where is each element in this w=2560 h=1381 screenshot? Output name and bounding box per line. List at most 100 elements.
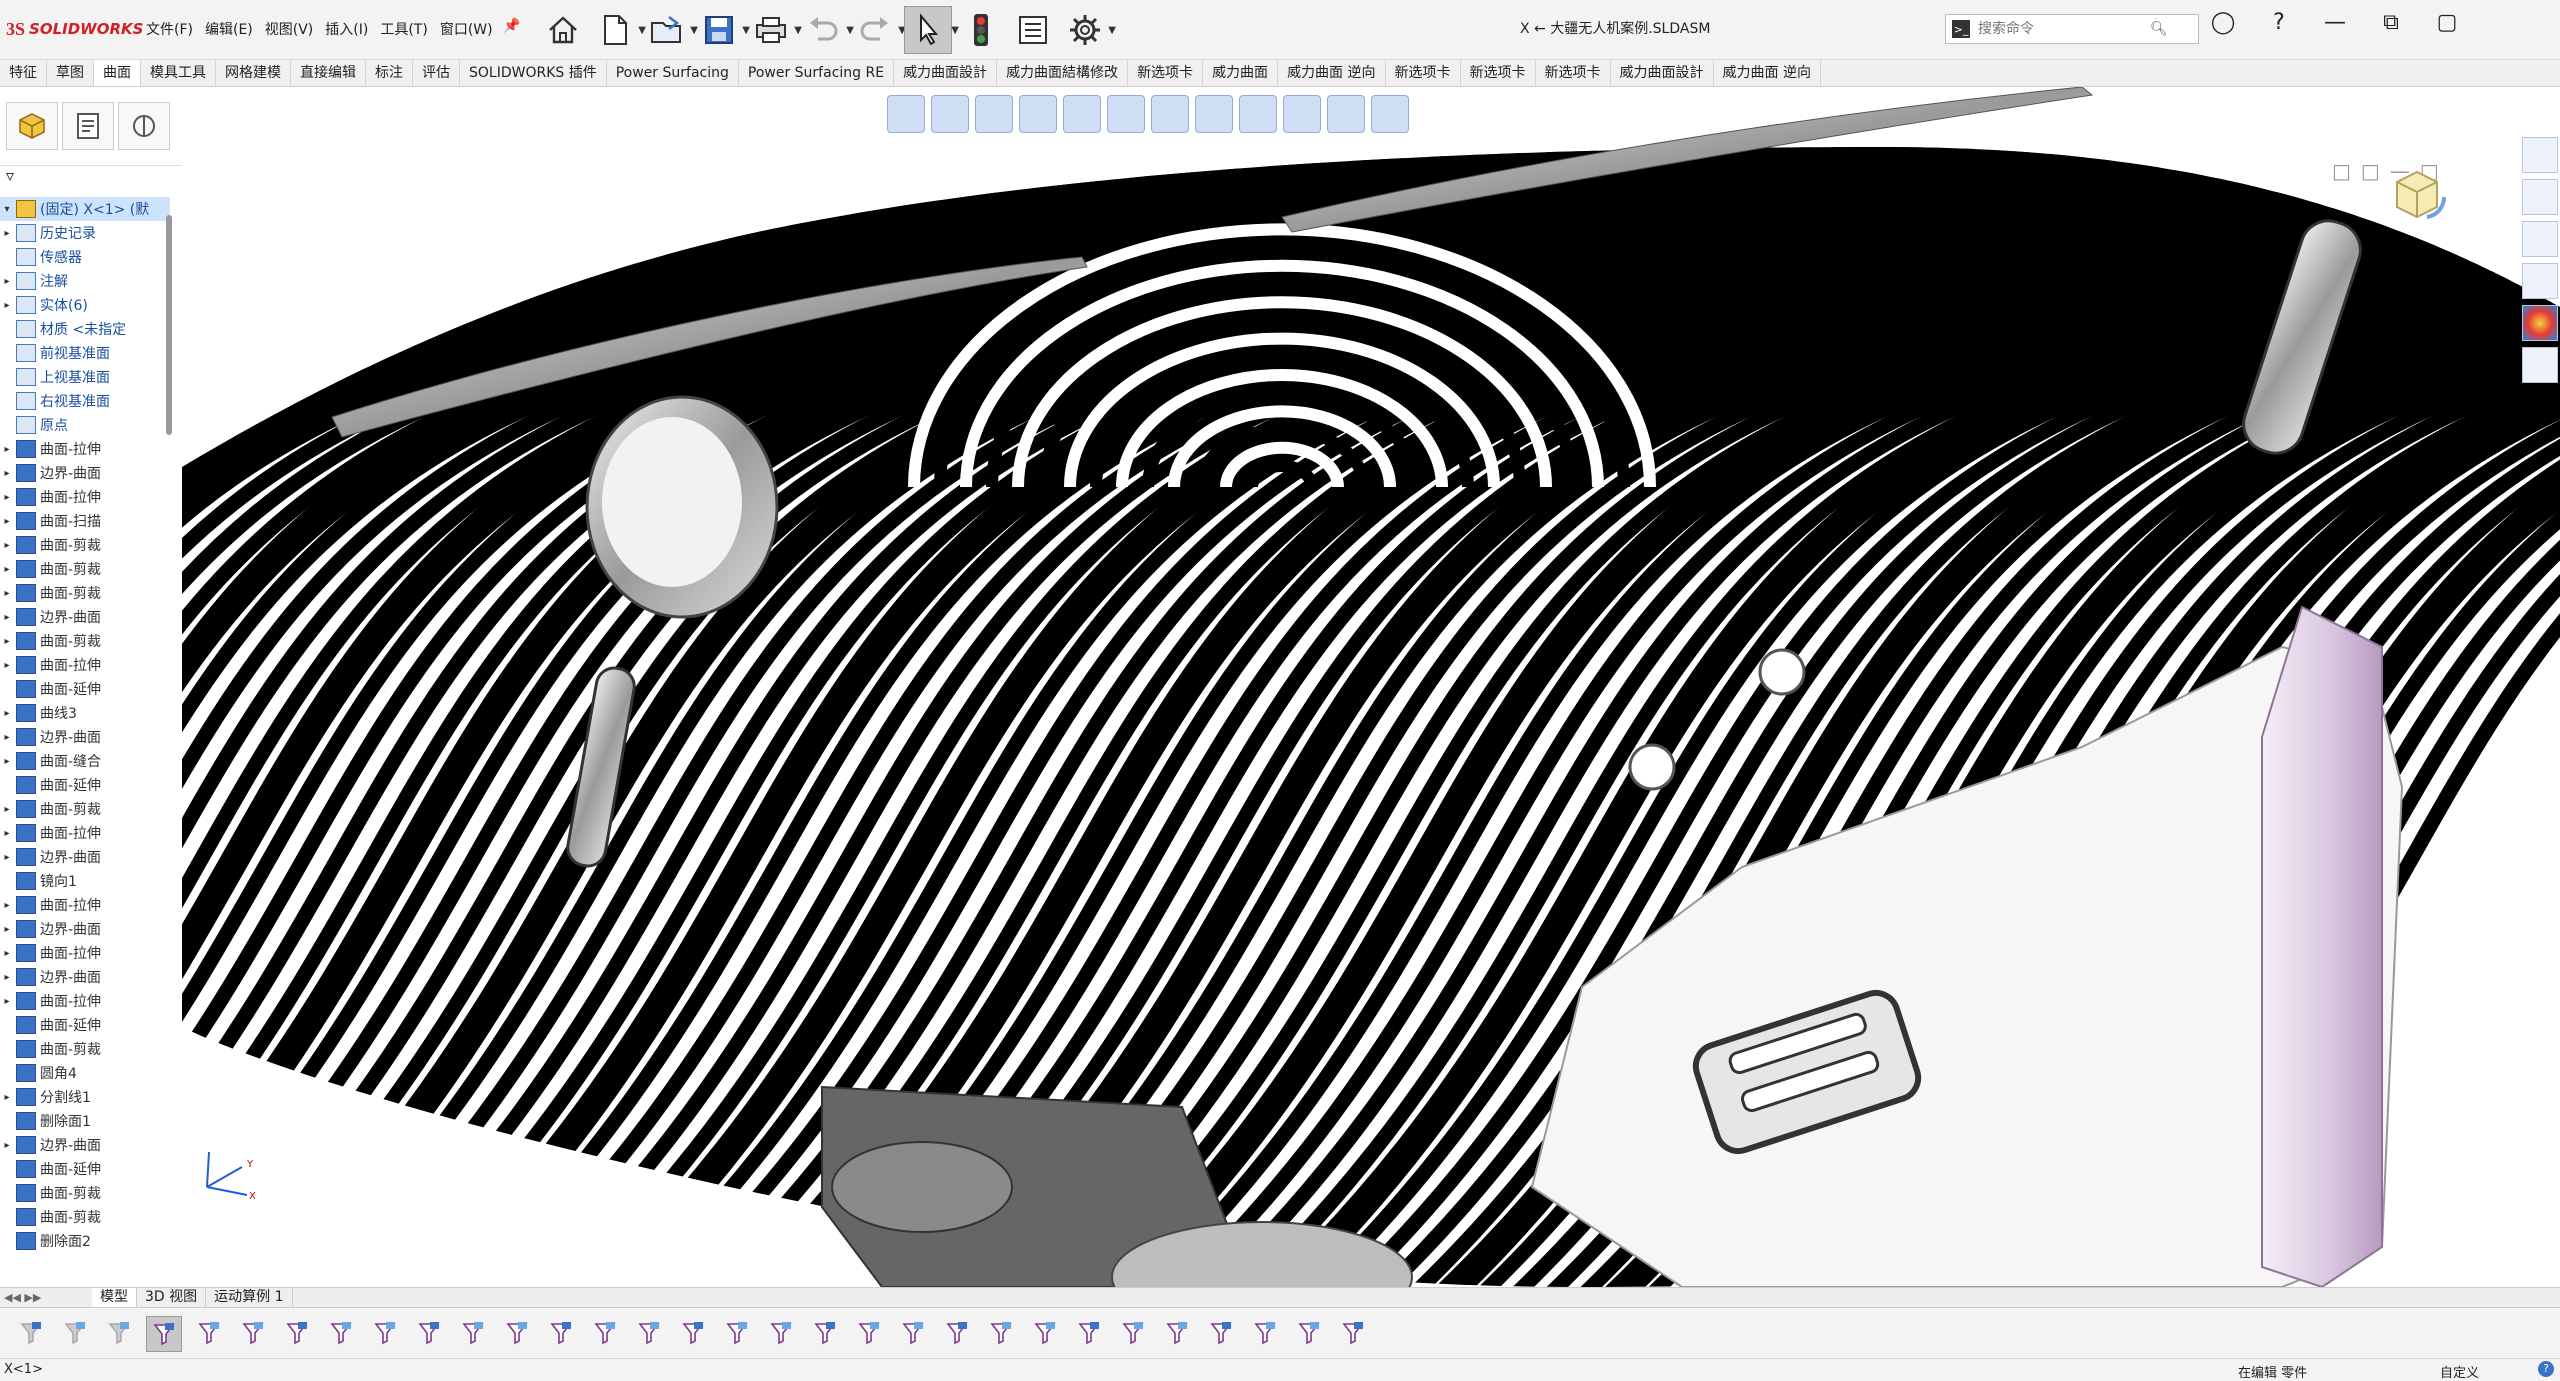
filter-datum-target-icon[interactable] — [984, 1316, 1018, 1350]
tree-item[interactable]: ▸ 曲面-剪裁 — [0, 533, 170, 557]
tree-item[interactable]: 上视基准面 — [0, 365, 170, 389]
minimize-icon[interactable]: — — [2317, 10, 2353, 35]
traffic-light-icon[interactable] — [958, 7, 1004, 53]
filter-sketch-points-icon[interactable] — [544, 1316, 578, 1350]
command-search[interactable]: >_ 🔍︎ — [1945, 14, 2199, 44]
expand-icon[interactable]: ▸ — [0, 588, 14, 599]
tree-item[interactable]: 曲面-延伸 — [0, 677, 170, 701]
tab-power-surface-reverse[interactable]: 威力曲面 逆向 — [1278, 60, 1386, 86]
tree-item[interactable]: ▸ 实体(6) — [0, 293, 170, 317]
tree-item[interactable]: ▸ 曲面-拉伸 — [0, 485, 170, 509]
tab-sketch[interactable]: 草图 — [47, 60, 94, 86]
tree-item[interactable]: ▸ 分割线1 — [0, 1085, 170, 1109]
maximize-icon[interactable]: ▢ — [2429, 10, 2465, 35]
feature-tree-tab-icon[interactable] — [6, 102, 58, 150]
search-icon[interactable]: 🔍︎ — [2150, 21, 2168, 37]
tree-item[interactable]: ▸ 曲面-剪裁 — [0, 629, 170, 653]
tree-item[interactable]: ▸ 曲面-剪裁 — [0, 557, 170, 581]
tab-3d-views[interactable]: 3D 视图 — [137, 1288, 207, 1307]
tree-item[interactable]: 曲面-延伸 — [0, 1157, 170, 1181]
expand-icon[interactable]: ▸ — [0, 852, 14, 863]
tab-power-surface-design[interactable]: 威力曲面設計 — [894, 60, 998, 86]
menu-tools[interactable]: 工具(T) — [374, 18, 433, 42]
appearances-icon[interactable] — [2522, 305, 2558, 341]
filter-hole-callout-icon[interactable] — [1292, 1316, 1326, 1350]
tab-evaluate[interactable]: 评估 — [413, 60, 460, 86]
expand-icon[interactable]: ▸ — [0, 732, 14, 743]
tab-mold-tools[interactable]: 模具工具 — [141, 60, 216, 86]
tab-power-surface[interactable]: 威力曲面 — [1203, 60, 1279, 86]
tree-item[interactable]: 前视基准面 — [0, 341, 170, 365]
tree-item[interactable]: 删除面1 — [0, 1109, 170, 1133]
tab-mesh-modeling[interactable]: 网格建模 — [216, 60, 291, 86]
filter-surface-finish-icon[interactable] — [764, 1316, 798, 1350]
filter-center-mark-icon[interactable] — [1204, 1316, 1238, 1350]
menu-window[interactable]: 窗口(W) — [434, 18, 499, 42]
tab-direct-editing[interactable]: 直接编辑 — [291, 60, 366, 86]
expand-icon[interactable]: ▸ — [0, 564, 14, 575]
tab-new-4[interactable]: 新选项卡 — [1536, 60, 1611, 86]
units-selector[interactable]: 自定义 — [2440, 1362, 2479, 1381]
tree-item[interactable]: ▸ 曲面-拉伸 — [0, 989, 170, 1013]
menu-file[interactable]: 文件(F) — [140, 18, 199, 42]
file-explorer-icon[interactable] — [2522, 221, 2558, 257]
tree-item[interactable]: 镜向1 — [0, 869, 170, 893]
filter-centers-icon[interactable] — [676, 1316, 710, 1350]
expand-icon[interactable]: ▸ — [0, 924, 14, 935]
menu-insert[interactable]: 插入(I) — [319, 18, 374, 42]
section-view-icon[interactable] — [1019, 95, 1057, 133]
tree-item[interactable]: ▸ 曲面-扫描 — [0, 509, 170, 533]
tab-new-1[interactable]: 新选项卡 — [1128, 60, 1204, 86]
tree-item[interactable]: 曲面-延伸 — [0, 1013, 170, 1037]
viewport-tile-icon[interactable]: □ — [2361, 159, 2380, 183]
home-icon[interactable] — [540, 7, 586, 53]
new-file-icon[interactable]: ▼ — [592, 7, 646, 53]
tree-item[interactable]: 曲面-剪裁 — [0, 1205, 170, 1229]
tree-item[interactable]: ▸ 曲面-拉伸 — [0, 821, 170, 845]
open-folder-icon[interactable]: ▼ — [644, 7, 698, 53]
tree-item[interactable]: ▸ 边界-曲面 — [0, 605, 170, 629]
filter-settings-icon[interactable] — [102, 1316, 136, 1350]
tree-item[interactable]: ▸ 边界-曲面 — [0, 1133, 170, 1157]
collapse-icon[interactable]: ▾ — [0, 204, 14, 215]
expand-icon[interactable]: ▸ — [0, 540, 14, 551]
view-cube-icon[interactable] — [2382, 157, 2452, 227]
tab-features[interactable]: 特征 — [0, 60, 47, 86]
tree-item[interactable]: 圆角4 — [0, 1061, 170, 1085]
tab-model[interactable]: 模型 — [92, 1288, 137, 1307]
tree-item[interactable]: ▸ 曲面-拉伸 — [0, 941, 170, 965]
property-tab-icon[interactable] — [62, 102, 114, 150]
viewport-restore-icon[interactable]: □ — [2332, 159, 2351, 183]
expand-icon[interactable]: ▸ — [0, 468, 14, 479]
tree-item[interactable]: ▸ 边界-曲面 — [0, 965, 170, 989]
tab-motion-study[interactable]: 运动算例 1 — [206, 1288, 293, 1307]
configuration-tab-icon[interactable] — [118, 102, 170, 150]
select-arrow-icon[interactable]: ▼ — [904, 6, 959, 54]
expand-icon[interactable]: ▸ — [0, 804, 14, 815]
user-icon[interactable]: ◯ — [2205, 10, 2241, 35]
hide-show-items-icon[interactable] — [1195, 95, 1233, 133]
zebra-stripe-model[interactable]: Y X — [182, 87, 2560, 1287]
tree-item[interactable]: ▸ 历史记录 — [0, 221, 170, 245]
filter-notes-icon[interactable] — [852, 1316, 886, 1350]
tree-item[interactable]: ▸ 曲面-拉伸 — [0, 653, 170, 677]
tree-item[interactable]: 曲面-剪裁 — [0, 1037, 170, 1061]
expand-icon[interactable]: ▸ — [0, 444, 14, 455]
expand-icon[interactable]: ▸ — [0, 492, 14, 503]
tree-item[interactable]: ▸ 曲面-拉伸 — [0, 437, 170, 461]
filter-planes-icon[interactable] — [500, 1316, 534, 1350]
tree-item[interactable]: 曲面-剪裁 — [0, 1181, 170, 1205]
help-icon[interactable]: ? — [2261, 10, 2297, 35]
tree-item[interactable]: ▸ 边界-曲面 — [0, 845, 170, 869]
tab-power-surfacing-re[interactable]: Power Surfacing RE — [739, 60, 895, 86]
previous-view-icon[interactable] — [975, 95, 1013, 133]
tree-item[interactable]: ▸ 边界-曲面 — [0, 725, 170, 749]
expand-icon[interactable]: ▸ — [0, 996, 14, 1007]
filter-solid-bodies-icon[interactable] — [412, 1316, 446, 1350]
filter-vertices-icon[interactable] — [236, 1316, 270, 1350]
filter-blocks-icon[interactable] — [1072, 1316, 1106, 1350]
tree-item[interactable]: ▸ 边界-曲面 — [0, 461, 170, 485]
tree-item[interactable]: 右视基准面 — [0, 389, 170, 413]
view-orientation-icon[interactable] — [1107, 95, 1145, 133]
tree-item[interactable]: ▸ 曲面-剪裁 — [0, 797, 170, 821]
